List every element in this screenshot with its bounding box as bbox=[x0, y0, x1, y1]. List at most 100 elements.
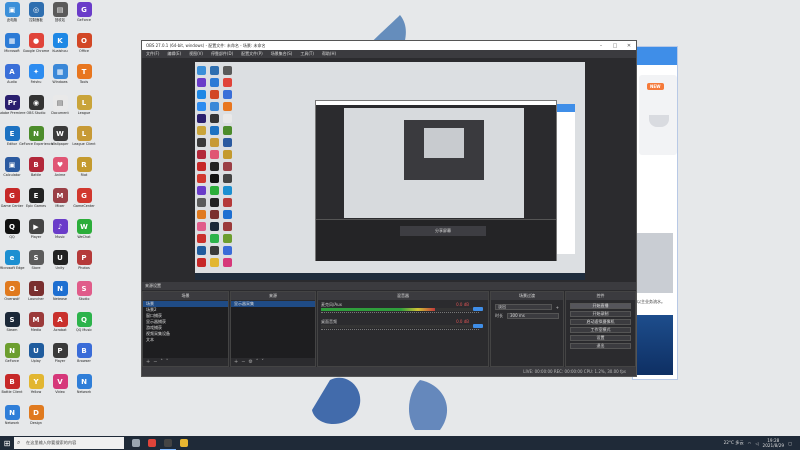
menu-docks[interactable]: 停靠部件(D) bbox=[211, 51, 233, 57]
desktop-icon[interactable]: D Design bbox=[19, 405, 53, 437]
menu-scene-collection[interactable]: 场景集合(S) bbox=[271, 51, 293, 57]
captured-icon bbox=[223, 162, 232, 171]
app-icon: N bbox=[4, 343, 20, 358]
desktop-icon[interactable]: G GameCenter bbox=[67, 188, 101, 220]
menu-tools[interactable]: 工具(T) bbox=[300, 51, 314, 57]
captured-icon bbox=[223, 78, 232, 87]
captured-icon bbox=[223, 198, 232, 207]
app-icon: ▣ bbox=[4, 157, 20, 172]
obs-window[interactable]: OBS 27.0.1 (64-bit, windows) - 配置文件: 未命名… bbox=[141, 40, 637, 377]
taskbar-app-glyph bbox=[164, 438, 172, 447]
captured-icon bbox=[210, 138, 219, 147]
task-view-icon[interactable] bbox=[128, 436, 144, 450]
control-button[interactable]: 开始直播 bbox=[570, 303, 631, 309]
volume-fader[interactable] bbox=[321, 312, 479, 314]
app-icon: L bbox=[76, 95, 92, 110]
captured-preview-deep bbox=[424, 128, 464, 158]
volume-icon[interactable]: ◁ bbox=[755, 441, 758, 446]
source-item[interactable]: 显示器采集 bbox=[231, 301, 315, 307]
background-browser-window[interactable]: NEW 以主业务流水。 bbox=[632, 46, 678, 380]
duration-input[interactable]: 300 ms bbox=[507, 313, 559, 319]
weather-text[interactable]: 22°C 多云 bbox=[724, 440, 744, 446]
dock-title: 来源 bbox=[231, 292, 315, 300]
volume-meter bbox=[321, 308, 479, 314]
desktop-icon[interactable]: L League bbox=[67, 95, 101, 127]
desktop-icon[interactable]: S Studio bbox=[67, 281, 101, 313]
desktop-icon[interactable]: W WeChat bbox=[67, 219, 101, 251]
gear-icon[interactable]: ⚙ bbox=[248, 359, 255, 365]
maximize-icon[interactable]: □ bbox=[608, 43, 622, 49]
transition-select[interactable]: 淡出 bbox=[495, 304, 552, 310]
desktop-icon[interactable]: Q QQ Music bbox=[67, 312, 101, 344]
app-icon: Q bbox=[4, 219, 20, 234]
control-button[interactable]: 开始录制 bbox=[570, 311, 631, 317]
menu-view[interactable]: 视图(V) bbox=[189, 51, 203, 57]
control-button[interactable]: 启动虚拟摄像机 bbox=[570, 319, 631, 325]
volume-fader[interactable] bbox=[321, 329, 479, 331]
menu-bar: 文件(F) 编辑(E) 视图(V) 停靠部件(D) 配置文件(P) 场景集合(S… bbox=[142, 50, 636, 58]
browser-title-bar[interactable] bbox=[633, 47, 677, 65]
chrome-icon[interactable] bbox=[144, 436, 160, 450]
captured-desktop-icons bbox=[197, 66, 233, 267]
desktop-icon[interactable]: O Office bbox=[67, 33, 101, 65]
speaker-icon[interactable] bbox=[473, 324, 483, 328]
preview-canvas[interactable]: 分享屏幕 bbox=[195, 62, 585, 280]
menu-file[interactable]: 文件(F) bbox=[146, 51, 159, 57]
desktop-icon[interactable]: P Photos bbox=[67, 250, 101, 282]
taskbar: ⊞ 在这里输入你要搜索的内容 22°C 多云 ◠ ◁ 19:28 2021/8/… bbox=[0, 436, 800, 450]
move-down-icon[interactable]: ˅ bbox=[166, 359, 172, 365]
captured-icon bbox=[197, 78, 206, 87]
minimize-icon[interactable]: – bbox=[594, 43, 608, 49]
control-button[interactable]: 设置 bbox=[570, 335, 631, 341]
speaker-icon[interactable] bbox=[473, 307, 483, 311]
source-list[interactable]: 显示器采集 bbox=[231, 301, 315, 358]
desktop-icon-label: QQ Music bbox=[75, 328, 93, 332]
captured-obs-window: 分享屏幕 bbox=[315, 100, 557, 261]
scene-item[interactable]: 文本 bbox=[143, 337, 228, 343]
app-icon: ▶ bbox=[28, 219, 44, 234]
app-icon: ▤ bbox=[52, 2, 68, 17]
control-button[interactable]: 退出 bbox=[570, 343, 631, 349]
app-icon: O bbox=[76, 33, 92, 48]
desktop-icon[interactable]: B Browser bbox=[67, 343, 101, 375]
network-icon[interactable]: ◠ bbox=[748, 441, 752, 446]
desktop-icon[interactable]: R Riot bbox=[67, 157, 101, 189]
desktop-icon-label: Studio bbox=[78, 297, 90, 301]
desktop-icon[interactable]: N Network bbox=[67, 374, 101, 406]
obs-title-bar[interactable]: OBS 27.0.1 (64-bit, windows) - 配置文件: 未命名… bbox=[142, 41, 636, 50]
app-icon: G bbox=[76, 2, 92, 17]
mixer-channel: 桌面音频 0.0 dB bbox=[321, 319, 485, 335]
obs-icon[interactable] bbox=[160, 436, 176, 450]
menu-profile[interactable]: 配置文件(P) bbox=[241, 51, 263, 57]
captured-icon bbox=[210, 258, 219, 267]
app-icon: ● bbox=[28, 33, 44, 48]
add-transition-icon[interactable]: + bbox=[556, 305, 559, 310]
taskbar-search[interactable]: 在这里输入你要搜索的内容 bbox=[14, 437, 124, 449]
captured-icon bbox=[223, 126, 232, 135]
transition-settings: 淡出 + 时长 300 ms bbox=[491, 301, 563, 358]
notification-icon[interactable]: ▢ bbox=[788, 441, 792, 446]
captured-icon bbox=[197, 246, 206, 255]
app-icon: A bbox=[52, 312, 68, 327]
desktop-icon-label: Office bbox=[79, 49, 89, 53]
captured-icon bbox=[197, 222, 206, 231]
windows-start-icon[interactable]: ⊞ bbox=[0, 439, 14, 448]
explorer-icon[interactable] bbox=[176, 436, 192, 450]
app-icon: ▤ bbox=[52, 95, 68, 110]
app-icon: ▣ bbox=[4, 2, 20, 17]
close-icon[interactable]: ✕ bbox=[622, 43, 636, 49]
desktop-icon[interactable]: T Tools bbox=[67, 64, 101, 96]
menu-edit[interactable]: 编辑(E) bbox=[167, 51, 181, 57]
control-button[interactable]: 工作室模式 bbox=[570, 327, 631, 333]
menu-help[interactable]: 帮助(H) bbox=[322, 51, 336, 57]
desktop-icon[interactable]: L League Client bbox=[67, 126, 101, 158]
desktop-icon[interactable]: G GeForce bbox=[67, 2, 101, 34]
thumbnail-image[interactable] bbox=[637, 315, 673, 375]
clock[interactable]: 19:28 2021/8/29 bbox=[763, 438, 784, 448]
preview-area[interactable]: 分享屏幕 bbox=[142, 58, 636, 281]
thumbnail-image[interactable] bbox=[637, 233, 673, 293]
scene-list[interactable]: 场景 场景2 窗口捕获 显示器捕获 游戏捕获 视频采集设备 文本 bbox=[143, 301, 228, 358]
app-icon: ◉ bbox=[28, 95, 44, 110]
move-down-icon[interactable]: ˅ bbox=[261, 359, 267, 365]
promo-card[interactable]: NEW bbox=[639, 75, 677, 155]
